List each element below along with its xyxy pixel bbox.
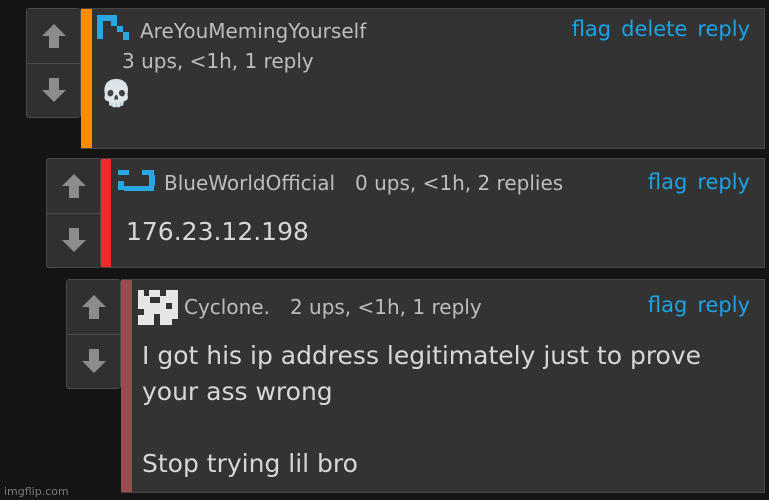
reply-link[interactable]: reply (697, 170, 750, 194)
comment-meta: 0 ups, <1h, 2 replies (355, 171, 564, 195)
comment-text: 176.23.12.198 (126, 217, 309, 246)
comment-header: Cyclone. 2 ups, <1h, 1 reply flag reply (136, 280, 764, 330)
blue-pixel-glyph-icon (118, 170, 155, 191)
upvote-button[interactable] (47, 159, 100, 213)
upvote-button[interactable] (27, 9, 80, 63)
comment: BlueWorldOfficial 0 ups, <1h, 2 replies … (46, 158, 765, 268)
comment-accent-bar (121, 280, 132, 492)
flag-link[interactable]: flag (648, 293, 687, 317)
reply-link[interactable]: reply (697, 293, 750, 317)
flag-link[interactable]: flag (572, 17, 611, 41)
arrow-down-icon (41, 78, 66, 103)
comment-accent-bar (101, 159, 111, 267)
flag-link[interactable]: flag (648, 170, 687, 194)
username[interactable]: BlueWorldOfficial (164, 171, 335, 195)
downvote-button[interactable] (27, 62, 80, 117)
arrow-up-icon (61, 173, 86, 198)
arrow-down-icon (61, 228, 86, 253)
delete-link[interactable]: delete (621, 17, 687, 41)
watermark: imgflip.com (4, 485, 69, 498)
avatar[interactable] (116, 165, 162, 201)
comment-meta: 2 ups, <1h, 1 reply (289, 295, 482, 319)
downvote-button[interactable] (67, 333, 120, 388)
arrow-up-icon (81, 294, 106, 319)
comment-body: AreYouMemingYourself flag delete reply 3… (81, 8, 765, 149)
comment-accent-bar (81, 9, 92, 148)
vote-box (46, 158, 101, 268)
blue-pixel-glyph-icon (97, 15, 129, 40)
comment-body: Cyclone. 2 ups, <1h, 1 reply flag reply … (121, 279, 765, 493)
comment-actions: flag reply (648, 170, 750, 194)
comment-text: I got his ip address legitimately just t… (142, 341, 702, 478)
avatar[interactable] (96, 13, 136, 49)
downvote-button[interactable] (47, 212, 100, 267)
comment-text: 💀 (100, 79, 133, 109)
comment-header: AreYouMemingYourself flag delete reply (96, 9, 764, 49)
vote-box (66, 279, 121, 389)
reply-link[interactable]: reply (697, 17, 750, 41)
username[interactable]: Cyclone. (184, 295, 270, 319)
comment-header: BlueWorldOfficial 0 ups, <1h, 2 replies … (116, 159, 764, 205)
comment: Cyclone. 2 ups, <1h, 1 reply flag reply … (66, 279, 765, 493)
avatar[interactable] (136, 287, 182, 327)
comment-thread: AreYouMemingYourself flag delete reply 3… (0, 0, 769, 500)
upvote-button[interactable] (67, 280, 120, 334)
comment-body: BlueWorldOfficial 0 ups, <1h, 2 replies … (101, 158, 765, 268)
comment: AreYouMemingYourself flag delete reply 3… (26, 8, 765, 149)
comment-meta: 3 ups, <1h, 1 reply (122, 49, 314, 73)
comment-actions: flag delete reply (572, 17, 750, 41)
vote-box (26, 8, 81, 118)
arrow-up-icon (41, 23, 66, 48)
comment-actions: flag reply (648, 293, 750, 317)
username[interactable]: AreYouMemingYourself (140, 19, 366, 43)
arrow-down-icon (81, 349, 106, 374)
